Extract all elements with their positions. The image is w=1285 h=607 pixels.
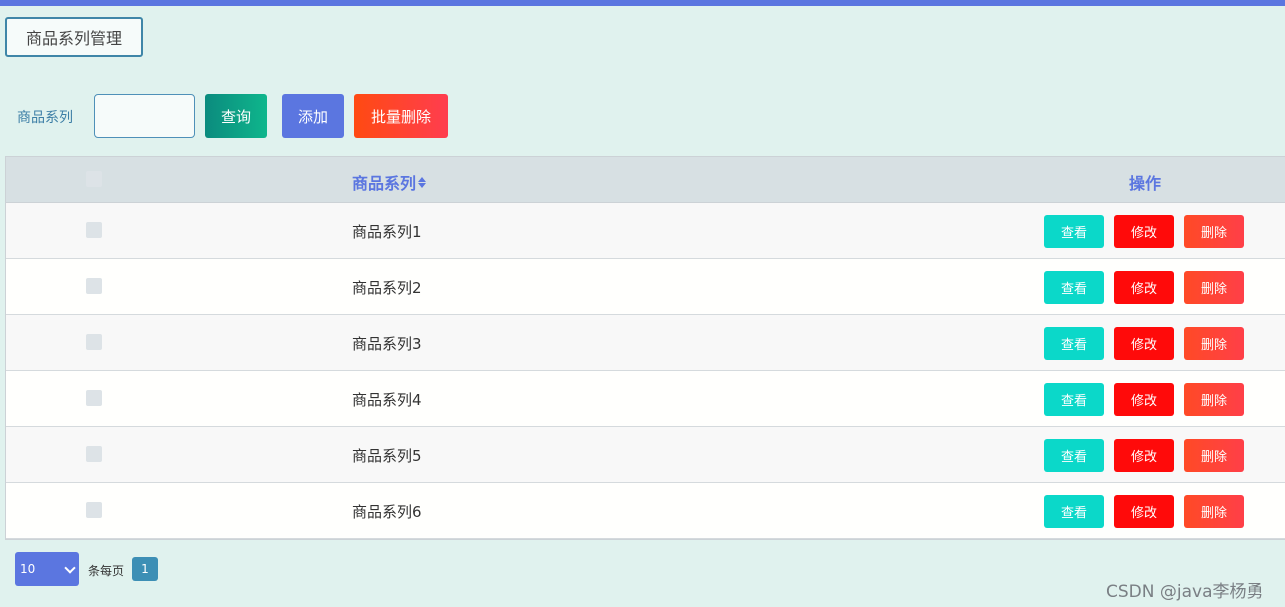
search-input[interactable] — [94, 94, 195, 138]
batch-delete-button[interactable]: 批量删除 — [354, 94, 448, 138]
row-name: 商品系列3 — [352, 335, 422, 353]
row-name: 商品系列4 — [352, 391, 422, 409]
table-row: 商品系列6 查看 修改 删除 — [6, 483, 1285, 539]
row-name: 商品系列5 — [352, 447, 422, 465]
sort-icon[interactable] — [418, 176, 427, 188]
row-checkbox[interactable] — [86, 222, 102, 238]
edit-button[interactable]: 修改 — [1114, 271, 1174, 304]
view-button[interactable]: 查看 — [1044, 383, 1104, 416]
page-title-tab[interactable]: 商品系列管理 — [5, 17, 143, 57]
table-row: 商品系列3 查看 修改 删除 — [6, 315, 1285, 371]
query-button[interactable]: 查询 — [205, 94, 267, 138]
edit-button[interactable]: 修改 — [1114, 495, 1174, 528]
delete-button[interactable]: 删除 — [1184, 271, 1244, 304]
column-header-operation: 操作 — [1129, 174, 1162, 193]
page-size-select[interactable]: 10 — [15, 552, 79, 586]
search-label: 商品系列 — [17, 110, 73, 126]
table-row: 商品系列5 查看 修改 删除 — [6, 427, 1285, 483]
row-name: 商品系列6 — [352, 503, 422, 521]
view-button[interactable]: 查看 — [1044, 215, 1104, 248]
add-button[interactable]: 添加 — [282, 94, 344, 138]
select-all-checkbox[interactable] — [86, 171, 102, 187]
row-checkbox[interactable] — [86, 446, 102, 462]
edit-button[interactable]: 修改 — [1114, 439, 1174, 472]
row-checkbox[interactable] — [86, 334, 102, 350]
view-button[interactable]: 查看 — [1044, 495, 1104, 528]
table-row: 商品系列4 查看 修改 删除 — [6, 371, 1285, 427]
top-accent-bar — [0, 0, 1285, 6]
row-checkbox[interactable] — [86, 278, 102, 294]
column-header-name-label: 商品系列 — [352, 174, 417, 193]
row-checkbox[interactable] — [86, 502, 102, 518]
column-header-name[interactable]: 商品系列 — [352, 170, 427, 194]
edit-button[interactable]: 修改 — [1114, 327, 1174, 360]
delete-button[interactable]: 删除 — [1184, 327, 1244, 360]
row-name: 商品系列2 — [352, 279, 422, 297]
page-number-button[interactable]: 1 — [132, 557, 158, 581]
chevron-down-icon — [64, 562, 76, 574]
per-page-label: 条每页 — [88, 564, 125, 578]
edit-button[interactable]: 修改 — [1114, 215, 1174, 248]
table-header: 商品系列 操作 — [6, 157, 1285, 203]
row-checkbox[interactable] — [86, 390, 102, 406]
edit-button[interactable]: 修改 — [1114, 383, 1174, 416]
row-name: 商品系列1 — [352, 223, 422, 241]
delete-button[interactable]: 删除 — [1184, 383, 1244, 416]
view-button[interactable]: 查看 — [1044, 327, 1104, 360]
view-button[interactable]: 查看 — [1044, 439, 1104, 472]
table-row: 商品系列1 查看 修改 删除 — [6, 203, 1285, 259]
page-size-value: 10 — [20, 562, 36, 576]
watermark: CSDN @java李杨勇 — [1106, 582, 1264, 602]
delete-button[interactable]: 删除 — [1184, 439, 1244, 472]
delete-button[interactable]: 删除 — [1184, 215, 1244, 248]
view-button[interactable]: 查看 — [1044, 271, 1104, 304]
table-row: 商品系列2 查看 修改 删除 — [6, 259, 1285, 315]
data-table: 商品系列 操作 商品系列1 查看 修改 删除 商品系列2 查看 修改 删除 商品… — [5, 156, 1285, 540]
delete-button[interactable]: 删除 — [1184, 495, 1244, 528]
